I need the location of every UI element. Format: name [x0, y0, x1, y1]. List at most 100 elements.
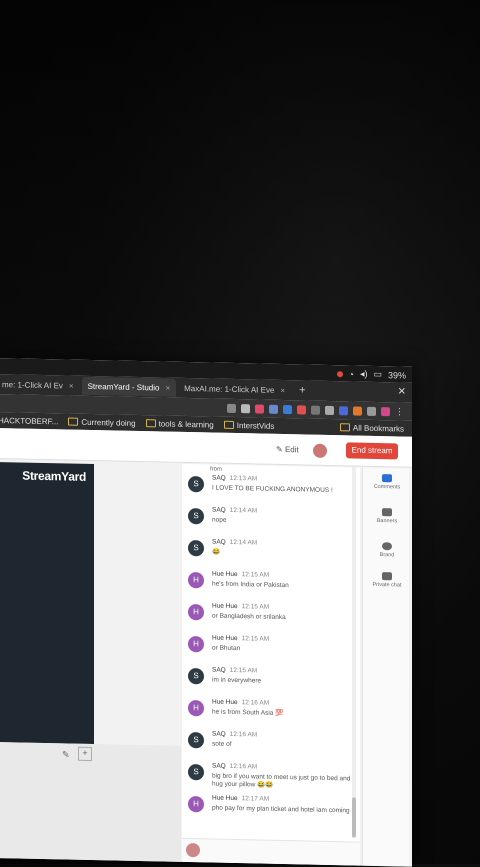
battery-icon: ▭ — [373, 368, 382, 380]
avatar: H — [188, 700, 204, 717]
message-time: 12:13 AM — [229, 474, 258, 483]
bookmark-tools-learning[interactable]: tools & learning — [145, 418, 214, 430]
extension-icon[interactable] — [325, 405, 334, 415]
chat-composer — [182, 837, 360, 866]
avatar: H — [188, 572, 204, 589]
message-author: Hue Hue — [212, 602, 238, 611]
bookmark-interstvids[interactable]: InterstVids — [223, 420, 274, 430]
message-time: 12:17 AM — [241, 795, 270, 803]
rail-item-private-chat[interactable]: Private chat — [367, 572, 407, 589]
add-scene-button[interactable]: + — [78, 746, 92, 762]
avatar: S — [188, 732, 204, 749]
extension-icon[interactable] — [367, 406, 376, 416]
tab-maxai-right[interactable]: MaxAI.me: 1-Click AI Eve × — [178, 379, 291, 399]
tab-streamyard-studio[interactable]: StreamYard - Studio × — [81, 376, 177, 397]
scroll-thumb[interactable] — [352, 797, 356, 838]
scene-panel: ✎ + — [0, 742, 181, 866]
message-meta: Hue Hue 12:15 AM — [212, 571, 269, 579]
bookmark-currently-doing[interactable]: Currently doing — [68, 417, 136, 427]
brand-logo: StreamYard — [22, 468, 86, 484]
message-time: 12:15 AM — [241, 603, 270, 611]
close-icon[interactable]: × — [69, 381, 74, 390]
stream-preview: StreamYard — [0, 462, 94, 745]
message-meta: Hue Hue 12:16 AM — [212, 699, 269, 707]
edit-pen-icon[interactable]: ✎ — [62, 749, 70, 760]
profile-icon[interactable] — [381, 406, 390, 416]
rail-label: Private chat — [372, 581, 402, 589]
message-meta: Hue Hue 12:15 AM — [212, 635, 269, 643]
chat-message: H Hue Hue 12:16 AM he is from South Asia 💯 — [186, 696, 360, 732]
rail-item-banners[interactable]: Banners — [367, 508, 407, 525]
extension-icon[interactable] — [311, 405, 320, 415]
folder-icon — [68, 417, 79, 427]
bookmark-hacktoberfest[interactable]: HACKTOBERF... — [0, 416, 58, 426]
message-list: S SAQ 12:13 AM I LOVE TO BE FUCKING ANONYMO… — [182, 472, 360, 828]
notification-icon — [336, 370, 343, 377]
folder-icon — [223, 421, 234, 430]
close-icon[interactable]: × — [165, 383, 170, 392]
status-icons: ◔ ◂) ▭ 39% — [336, 368, 406, 381]
chat-panel: from S SAQ 12:13 AM I LOVE TO BE FUCKING AN… — [182, 463, 360, 866]
edit-label: Edit — [284, 445, 299, 455]
message-text: nope — [212, 516, 227, 524]
avatar: S — [188, 764, 204, 781]
chat-message: S SAQ 12:16 AM big bro if you want to meet … — [186, 760, 360, 796]
message-time: 12:15 AM — [241, 571, 270, 579]
extension-icon[interactable] — [353, 405, 362, 416]
chat-scrollbar[interactable] — [352, 467, 356, 838]
tab-label: me: 1-Click AI Ev — [2, 379, 63, 390]
cast-icon[interactable] — [227, 403, 236, 413]
edit-button[interactable]: ✎ Edit — [276, 445, 299, 454]
folder-icon — [145, 419, 156, 428]
tab-label: StreamYard - Studio — [87, 381, 160, 392]
close-icon[interactable]: × — [280, 385, 285, 394]
extension-icon[interactable] — [339, 405, 348, 415]
chat-message: H Hue Hue 12:15 AM or Bhutan — [186, 632, 360, 668]
avatar: H — [188, 636, 204, 653]
battery-level: 39% — [387, 369, 406, 381]
rail-item-comments[interactable]: Comments — [367, 474, 407, 491]
message-author: Hue Hue — [212, 634, 238, 643]
comments-icon — [382, 474, 392, 483]
message-author: SAQ — [212, 506, 226, 514]
message-text: he is from South Asia 💯 — [212, 708, 284, 718]
folder-icon — [339, 423, 350, 432]
monitor-screen: ◔ ◂) ▭ 39% me: 1-Click AI Ev × StreamYar… — [0, 358, 412, 867]
extension-icon[interactable] — [255, 403, 264, 414]
message-text: pho pay for my plan ticket and hotel iam… — [212, 804, 350, 815]
window-close-icon[interactable]: ✕ — [398, 386, 406, 397]
extension-icon[interactable] — [269, 404, 278, 414]
new-tab-icon[interactable]: + — [299, 384, 305, 396]
message-author: Hue Hue — [212, 570, 238, 579]
extension-icon[interactable] — [297, 404, 306, 414]
message-meta: SAQ 12:16 AM — [212, 763, 257, 771]
extension-icon[interactable] — [283, 404, 292, 414]
end-stream-button[interactable]: End stream — [346, 442, 398, 460]
avatar: S — [188, 476, 204, 493]
star-icon[interactable] — [241, 403, 250, 413]
message-time: 12:15 AM — [241, 635, 270, 643]
chat-message: S SAQ 12:13 AM I LOVE TO BE FUCKING ANONYMO… — [186, 472, 360, 508]
avatar: S — [188, 668, 204, 685]
message-author: SAQ — [212, 730, 226, 738]
chat-message: S SAQ 12:14 AM nope — [186, 504, 360, 540]
bookmark-label: HACKTOBERF... — [0, 415, 59, 426]
chat-message: S SAQ 12:15 AM im in everywhere — [186, 664, 360, 700]
menu-icon[interactable]: ⋮ — [395, 406, 404, 417]
message-meta: SAQ 12:14 AM — [212, 539, 257, 547]
rail-item-brand[interactable]: Brand — [367, 542, 407, 559]
chat-message: S SAQ 12:14 AM 😂 — [186, 536, 360, 572]
tab-label: MaxAI.me: 1-Click AI Eve — [184, 383, 275, 395]
message-meta: SAQ 12:16 AM — [212, 731, 257, 739]
message-author: SAQ — [212, 666, 226, 674]
bookmark-label: tools & learning — [158, 418, 214, 430]
chat-message: H Hue Hue 12:15 AM he's from India or Pakis… — [186, 568, 360, 604]
avatar[interactable] — [312, 442, 328, 459]
message-time: 12:14 AM — [229, 538, 258, 547]
all-bookmarks-label: All Bookmarks — [352, 422, 404, 434]
tab-maxai-left[interactable]: me: 1-Click AI Ev × — [0, 375, 80, 395]
chat-message: H Hue Hue 12:17 AM pho pay for my plan tick… — [186, 792, 360, 828]
avatar — [186, 842, 200, 858]
chat-input[interactable] — [206, 843, 350, 863]
all-bookmarks-button[interactable]: All Bookmarks — [339, 422, 404, 434]
